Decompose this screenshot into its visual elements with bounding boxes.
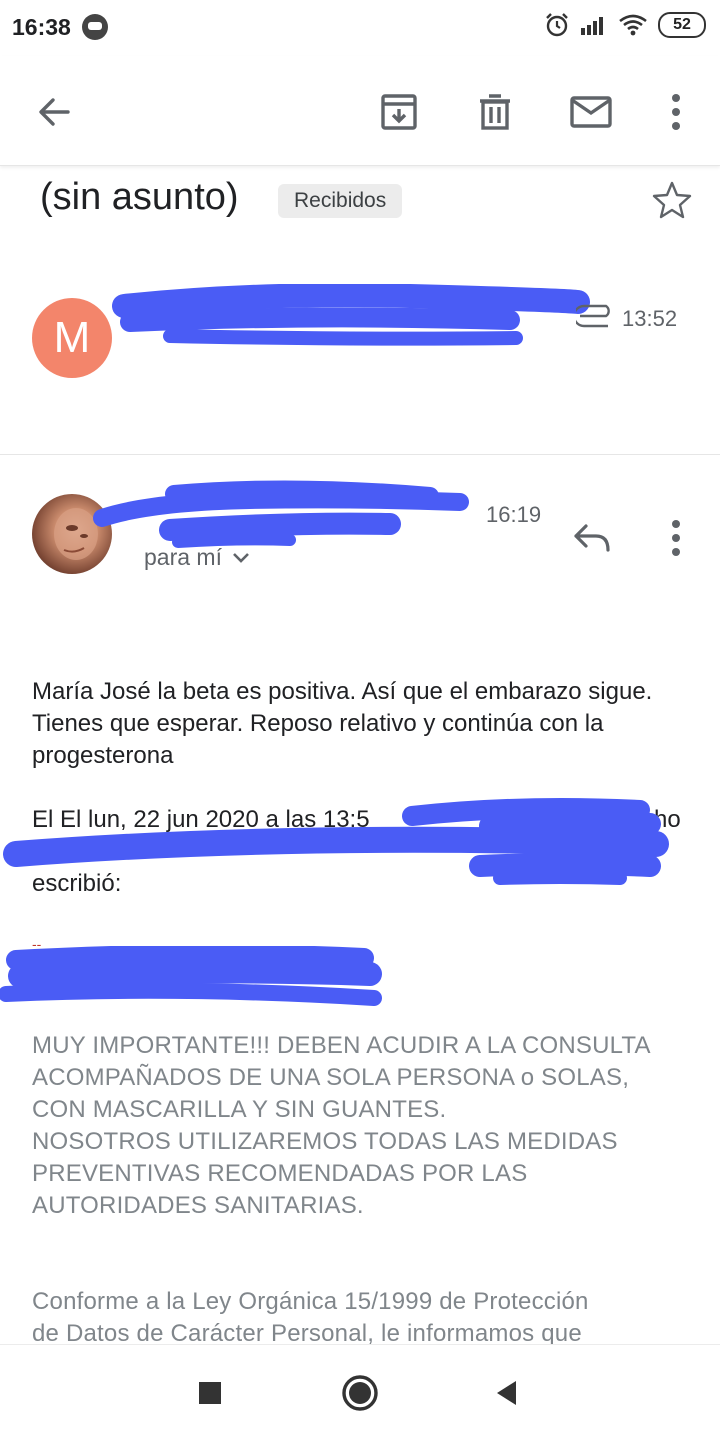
message-body-paragraph: María José la beta es positiva. Así que … xyxy=(32,678,653,769)
app-toolbar xyxy=(0,56,720,166)
recipient-label: para mí xyxy=(144,544,222,570)
mail-icon xyxy=(570,96,612,128)
notice-line: CON MASCARILLA Y SIN GUANTES. xyxy=(32,1096,447,1123)
trash-icon xyxy=(480,94,510,130)
chevron-down-icon xyxy=(233,552,249,563)
message-more-button[interactable] xyxy=(650,512,702,564)
recents-square-icon xyxy=(199,1382,221,1404)
redaction-mark xyxy=(93,480,469,548)
recents-button[interactable] xyxy=(186,1369,234,1417)
notice-line: ACOMPAÑADOS DE UNA SOLA PERSONA o SOLAS, xyxy=(32,1064,630,1091)
archive-button[interactable] xyxy=(371,84,427,140)
redaction-mark xyxy=(0,946,382,1006)
notice-line: MUY IMPORTANTE!!! DEBEN ACUDIR A LA CONS… xyxy=(32,1032,651,1059)
notice-line: PREVENTIVAS RECOMENDADAS POR LAS xyxy=(32,1160,528,1187)
covid-notice: MUY IMPORTANTE!!! DEBEN ACUDIR A LA CONS… xyxy=(32,1030,692,1222)
wifi-icon xyxy=(619,14,647,36)
system-back-button[interactable] xyxy=(482,1369,530,1417)
alarm-icon xyxy=(546,13,568,37)
back-triangle-icon xyxy=(497,1381,516,1405)
signal-icon xyxy=(581,17,603,35)
inbox-label-chip[interactable]: Recibidos xyxy=(278,184,403,218)
recipient-details-toggle[interactable]: para mí xyxy=(144,544,250,571)
notice-line: NOSOTROS UTILIZAREMOS TODAS LAS MEDIDAS xyxy=(32,1128,618,1155)
delete-button[interactable] xyxy=(467,84,523,140)
star-button[interactable] xyxy=(650,178,694,222)
more-vert-icon xyxy=(672,94,680,130)
more-options-button[interactable] xyxy=(648,84,704,140)
legal-notice: Conforme a la Ley Orgánica 15/1999 de Pr… xyxy=(32,1286,692,1350)
status-bar: 16:38 52 xyxy=(0,0,720,56)
more-vert-icon xyxy=(672,520,680,556)
reply-icon xyxy=(574,524,610,552)
notification-icon xyxy=(82,14,108,40)
status-time: 16:38 xyxy=(12,14,71,40)
home-circle-icon xyxy=(342,1375,378,1411)
message-time: 13:52 xyxy=(622,306,678,331)
message-time: 16:19 xyxy=(486,502,542,527)
message-divider xyxy=(0,454,720,455)
redaction-mark xyxy=(3,798,669,885)
back-button[interactable] xyxy=(26,84,82,140)
archive-icon xyxy=(381,94,417,130)
sender-avatar[interactable]: M xyxy=(32,298,112,378)
notice-line: AUTORIDADES SANITARIAS. xyxy=(32,1192,364,1219)
battery-icon: 52 xyxy=(658,12,706,38)
mark-unread-button[interactable] xyxy=(563,84,619,140)
redaction-mark xyxy=(112,284,590,346)
status-icons: 52 xyxy=(544,12,706,38)
back-arrow-icon xyxy=(39,98,70,126)
reply-button[interactable] xyxy=(566,512,618,564)
home-button[interactable] xyxy=(336,1369,384,1417)
system-nav-bar xyxy=(0,1344,720,1440)
legal-line: Conforme a la Ley Orgánica 15/1999 de Pr… xyxy=(32,1288,589,1315)
attachment-icon xyxy=(576,304,610,328)
star-icon xyxy=(652,181,692,219)
email-subject: (sin asunto) xyxy=(40,176,239,218)
